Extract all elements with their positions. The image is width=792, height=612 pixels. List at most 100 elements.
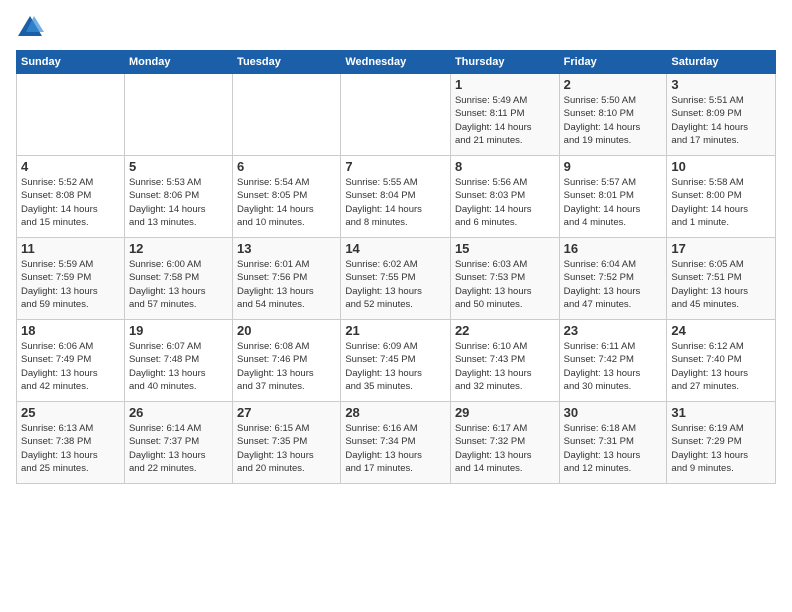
day-info: Sunrise: 6:14 AM Sunset: 7:37 PM Dayligh… — [129, 422, 228, 475]
calendar-cell: 3 Sunrise: 5:51 AM Sunset: 8:09 PM Daylig… — [667, 74, 776, 156]
calendar-week-1: 1Sunrise: 5:49 AM Sunset: 8:11 PM Daylig… — [17, 74, 776, 156]
day-info: Sunrise: 5:50 AM Sunset: 8:10 PM Dayligh… — [564, 94, 663, 147]
day-info: Sunrise: 6:13 AM Sunset: 7:38 PM Dayligh… — [21, 422, 120, 475]
calendar-cell: 17 Sunrise: 6:05 AM Sunset: 7:51 PM Dayli… — [667, 238, 776, 320]
day-info: Sunrise: 5:49 AM Sunset: 8:11 PM Dayligh… — [455, 94, 555, 147]
calendar-cell: 28 Sunrise: 6:16 AM Sunset: 7:34 PM Dayli… — [341, 402, 451, 484]
day-info: Sunrise: 6:00 AM Sunset: 7:58 PM Dayligh… — [129, 258, 228, 311]
day-info: Sunrise: 5:55 AM Sunset: 8:04 PM Dayligh… — [345, 176, 446, 229]
day-number: 19 — [129, 323, 228, 338]
calendar-cell — [124, 74, 232, 156]
day-info: Sunrise: 5:57 AM Sunset: 8:01 PM Dayligh… — [564, 176, 663, 229]
calendar-cell: 5 Sunrise: 5:53 AM Sunset: 8:06 PM Daylig… — [124, 156, 232, 238]
day-number: 4 — [21, 159, 120, 174]
calendar-cell: 22 Sunrise: 6:10 AM Sunset: 7:43 PM Dayli… — [450, 320, 559, 402]
day-info: Sunrise: 6:04 AM Sunset: 7:52 PM Dayligh… — [564, 258, 663, 311]
day-info: Sunrise: 6:17 AM Sunset: 7:32 PM Dayligh… — [455, 422, 555, 475]
day-info: Sunrise: 6:16 AM Sunset: 7:34 PM Dayligh… — [345, 422, 446, 475]
calendar-cell — [17, 74, 125, 156]
calendar-cell: 4 Sunrise: 5:52 AM Sunset: 8:08 PM Daylig… — [17, 156, 125, 238]
calendar-cell: 18 Sunrise: 6:06 AM Sunset: 7:49 PM Dayli… — [17, 320, 125, 402]
calendar-week-2: 4 Sunrise: 5:52 AM Sunset: 8:08 PM Daylig… — [17, 156, 776, 238]
calendar-cell: 25Sunrise: 6:13 AM Sunset: 7:38 PM Dayli… — [17, 402, 125, 484]
calendar-cell: 1Sunrise: 5:49 AM Sunset: 8:11 PM Daylig… — [450, 74, 559, 156]
day-header-thursday: Thursday — [450, 51, 559, 74]
day-info: Sunrise: 6:18 AM Sunset: 7:31 PM Dayligh… — [564, 422, 663, 475]
calendar-cell: 2Sunrise: 5:50 AM Sunset: 8:10 PM Daylig… — [559, 74, 667, 156]
day-info: Sunrise: 6:10 AM Sunset: 7:43 PM Dayligh… — [455, 340, 555, 393]
day-number: 7 — [345, 159, 446, 174]
day-info: Sunrise: 5:51 AM Sunset: 8:09 PM Dayligh… — [671, 94, 771, 147]
day-info: Sunrise: 6:01 AM Sunset: 7:56 PM Dayligh… — [237, 258, 336, 311]
calendar-cell: 19 Sunrise: 6:07 AM Sunset: 7:48 PM Dayli… — [124, 320, 232, 402]
calendar-cell: 26 Sunrise: 6:14 AM Sunset: 7:37 PM Dayli… — [124, 402, 232, 484]
day-number: 27 — [237, 405, 336, 420]
day-number: 6 — [237, 159, 336, 174]
day-info: Sunrise: 6:19 AM Sunset: 7:29 PM Dayligh… — [671, 422, 771, 475]
calendar-cell: 16 Sunrise: 6:04 AM Sunset: 7:52 PM Dayli… — [559, 238, 667, 320]
day-info: Sunrise: 6:08 AM Sunset: 7:46 PM Dayligh… — [237, 340, 336, 393]
calendar-cell: 12 Sunrise: 6:00 AM Sunset: 7:58 PM Dayli… — [124, 238, 232, 320]
day-number: 26 — [129, 405, 228, 420]
calendar-cell — [341, 74, 451, 156]
day-number: 12 — [129, 241, 228, 256]
day-info: Sunrise: 6:02 AM Sunset: 7:55 PM Dayligh… — [345, 258, 446, 311]
calendar-header-row: SundayMondayTuesdayWednesdayThursdayFrid… — [17, 51, 776, 74]
day-number: 9 — [564, 159, 663, 174]
day-info: Sunrise: 6:07 AM Sunset: 7:48 PM Dayligh… — [129, 340, 228, 393]
calendar-cell: 21 Sunrise: 6:09 AM Sunset: 7:45 PM Dayli… — [341, 320, 451, 402]
day-number: 22 — [455, 323, 555, 338]
calendar-cell: 30Sunrise: 6:18 AM Sunset: 7:31 PM Dayli… — [559, 402, 667, 484]
day-header-monday: Monday — [124, 51, 232, 74]
day-info: Sunrise: 5:52 AM Sunset: 8:08 PM Dayligh… — [21, 176, 120, 229]
calendar-cell: 29 Sunrise: 6:17 AM Sunset: 7:32 PM Dayli… — [450, 402, 559, 484]
day-number: 20 — [237, 323, 336, 338]
day-info: Sunrise: 5:53 AM Sunset: 8:06 PM Dayligh… — [129, 176, 228, 229]
calendar-cell: 13 Sunrise: 6:01 AM Sunset: 7:56 PM Dayli… — [233, 238, 341, 320]
day-number: 21 — [345, 323, 446, 338]
calendar-cell: 9 Sunrise: 5:57 AM Sunset: 8:01 PM Daylig… — [559, 156, 667, 238]
day-header-saturday: Saturday — [667, 51, 776, 74]
day-number: 11 — [21, 241, 120, 256]
day-info: Sunrise: 6:05 AM Sunset: 7:51 PM Dayligh… — [671, 258, 771, 311]
day-header-wednesday: Wednesday — [341, 51, 451, 74]
calendar-cell: 10 Sunrise: 5:58 AM Sunset: 8:00 PM Dayli… — [667, 156, 776, 238]
calendar-cell — [233, 74, 341, 156]
header — [16, 12, 776, 40]
day-number: 24 — [671, 323, 771, 338]
day-number: 5 — [129, 159, 228, 174]
calendar-cell: 27Sunrise: 6:15 AM Sunset: 7:35 PM Dayli… — [233, 402, 341, 484]
day-number: 17 — [671, 241, 771, 256]
day-info: Sunrise: 5:56 AM Sunset: 8:03 PM Dayligh… — [455, 176, 555, 229]
calendar-cell: 7 Sunrise: 5:55 AM Sunset: 8:04 PM Daylig… — [341, 156, 451, 238]
calendar-page: SundayMondayTuesdayWednesdayThursdayFrid… — [0, 0, 792, 492]
day-number: 23 — [564, 323, 663, 338]
day-number: 28 — [345, 405, 446, 420]
day-info: Sunrise: 6:12 AM Sunset: 7:40 PM Dayligh… — [671, 340, 771, 393]
day-number: 14 — [345, 241, 446, 256]
day-number: 15 — [455, 241, 555, 256]
day-number: 18 — [21, 323, 120, 338]
logo — [16, 12, 48, 40]
calendar-cell: 23Sunrise: 6:11 AM Sunset: 7:42 PM Dayli… — [559, 320, 667, 402]
day-number: 29 — [455, 405, 555, 420]
day-info: Sunrise: 5:58 AM Sunset: 8:00 PM Dayligh… — [671, 176, 771, 229]
day-info: Sunrise: 5:54 AM Sunset: 8:05 PM Dayligh… — [237, 176, 336, 229]
day-info: Sunrise: 6:06 AM Sunset: 7:49 PM Dayligh… — [21, 340, 120, 393]
calendar-body: 1Sunrise: 5:49 AM Sunset: 8:11 PM Daylig… — [17, 74, 776, 484]
day-number: 10 — [671, 159, 771, 174]
day-info: Sunrise: 6:09 AM Sunset: 7:45 PM Dayligh… — [345, 340, 446, 393]
day-header-sunday: Sunday — [17, 51, 125, 74]
day-header-tuesday: Tuesday — [233, 51, 341, 74]
calendar-week-5: 25Sunrise: 6:13 AM Sunset: 7:38 PM Dayli… — [17, 402, 776, 484]
day-number: 31 — [671, 405, 771, 420]
logo-icon — [16, 12, 44, 40]
day-number: 16 — [564, 241, 663, 256]
day-number: 13 — [237, 241, 336, 256]
day-info: Sunrise: 5:59 AM Sunset: 7:59 PM Dayligh… — [21, 258, 120, 311]
calendar-week-3: 11 Sunrise: 5:59 AM Sunset: 7:59 PM Dayli… — [17, 238, 776, 320]
day-number: 3 — [671, 77, 771, 92]
day-header-friday: Friday — [559, 51, 667, 74]
day-number: 8 — [455, 159, 555, 174]
calendar-cell: 20 Sunrise: 6:08 AM Sunset: 7:46 PM Dayli… — [233, 320, 341, 402]
